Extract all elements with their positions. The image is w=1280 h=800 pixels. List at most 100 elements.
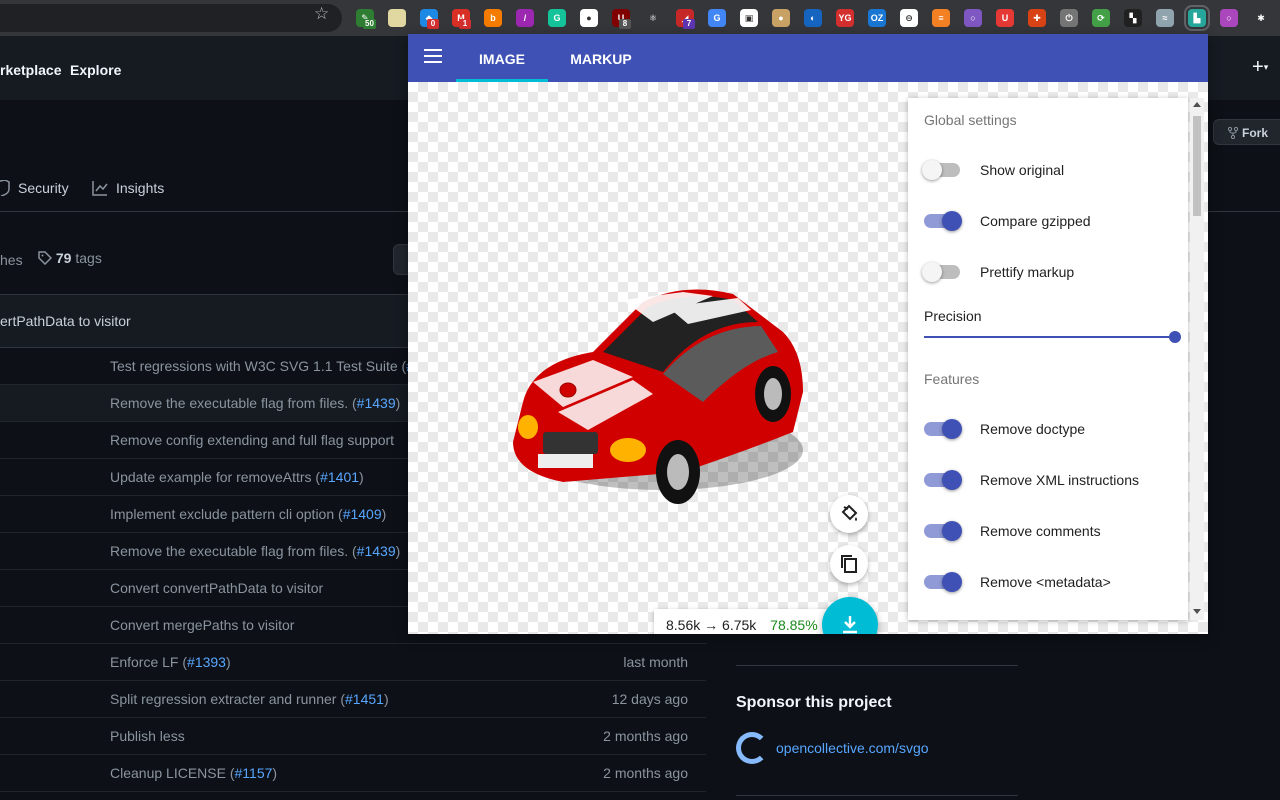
ext-22-extension-icon[interactable]: ✚ <box>1028 9 1046 27</box>
ext-8-extension-icon[interactable]: ● <box>580 9 598 27</box>
copy-icon <box>841 555 857 573</box>
pr-link[interactable]: #1409 <box>343 506 382 522</box>
download-button[interactable] <box>822 597 878 634</box>
pr-link[interactable]: #1157 <box>235 765 273 781</box>
scroll-thumb[interactable] <box>1193 116 1201 216</box>
setting-remove-xml[interactable]: Remove XML instructions <box>924 468 1139 492</box>
bookmark-star-icon[interactable]: ☆ <box>314 5 329 22</box>
commit-text-tail: ) <box>225 654 231 670</box>
ext-oz-extension-icon[interactable]: OZ <box>868 9 886 27</box>
ext-20-extension-icon[interactable]: ○ <box>964 9 982 27</box>
ext-13-extension-icon[interactable]: ▣ <box>740 9 758 27</box>
compare-gzipped-toggle[interactable] <box>924 211 962 231</box>
fork-button[interactable]: Fork <box>1213 119 1280 145</box>
commit-message[interactable]: Remove the executable flag from files. (… <box>110 543 400 559</box>
tab-insights[interactable]: Insights <box>92 180 164 196</box>
tags-link[interactable]: 79 tags <box>38 250 102 266</box>
ext-18-extension-icon[interactable]: ⊖ <box>900 9 918 27</box>
react-devtools-extension-icon[interactable]: ⚛ <box>644 9 662 27</box>
tab-markup[interactable]: MARKUP <box>556 34 646 82</box>
ext-3-extension-icon[interactable]: ◆ 0 <box>420 9 439 29</box>
car-image <box>513 289 803 504</box>
commit-message[interactable]: Split regression extracter and runner (#… <box>110 691 389 707</box>
branches-link[interactable]: hes <box>0 252 23 268</box>
setting-remove-doctype[interactable]: Remove doctype <box>924 417 1085 441</box>
ext-2-extension-icon[interactable] <box>388 9 406 27</box>
settings-scrollbar[interactable] <box>1190 98 1204 620</box>
prettify-markup-toggle[interactable] <box>922 262 960 282</box>
bg-toggle-button[interactable] <box>830 495 868 533</box>
ext-23-extension-icon[interactable]: ⏻ <box>1060 9 1078 27</box>
grammarly-extension-icon[interactable]: G <box>548 9 566 27</box>
copy-button[interactable] <box>830 545 868 583</box>
remove-comments-toggle[interactable] <box>924 521 962 541</box>
ext-1-extension-icon[interactable]: ✎ 50 <box>356 9 376 29</box>
ext-6-extension-icon[interactable]: / <box>516 9 534 27</box>
cookie-extension-icon[interactable]: ● <box>772 9 790 27</box>
commit-message[interactable]: Convert convertPathData to visitor <box>110 580 323 596</box>
precision-slider-thumb[interactable] <box>1169 331 1181 343</box>
table-row[interactable]: Enforce LF (#1393) last month <box>0 644 706 681</box>
setting-remove-comments[interactable]: Remove comments <box>924 519 1101 543</box>
ext-yg-extension-icon[interactable]: YG <box>836 9 854 27</box>
scroll-down-icon[interactable] <box>1193 609 1201 614</box>
commit-text: Enforce LF ( <box>110 654 188 670</box>
pr-link[interactable]: #1393 <box>187 654 226 670</box>
tab-security[interactable]: Security <box>0 180 69 196</box>
tags-label: tags <box>75 250 102 266</box>
ext-23-glyph: ⏻ <box>1065 13 1073 23</box>
google-translate-extension-icon[interactable]: G <box>708 9 726 27</box>
commit-text-tail: ) <box>383 691 389 707</box>
remove-xml-toggle[interactable] <box>924 470 962 490</box>
ext-24-extension-icon[interactable]: ⟳ <box>1092 9 1110 27</box>
setting-remove-metadata[interactable]: Remove <metadata> <box>924 570 1111 594</box>
remove-doctype-toggle[interactable] <box>924 419 962 439</box>
sponsor-title: Sponsor this project <box>736 694 892 711</box>
svgomg-extension-icon[interactable]: ▙ <box>1184 5 1210 31</box>
sponsor-link[interactable]: opencollective.com/svgo <box>736 732 1018 764</box>
commit-message[interactable]: Test regressions with W3C SVG 1.1 Test S… <box>110 358 422 374</box>
nav-explore[interactable]: Explore <box>70 62 121 78</box>
precision-slider-track[interactable] <box>924 336 1175 338</box>
commit-message[interactable]: Enforce LF (#1393) <box>110 654 231 670</box>
table-row[interactable]: Cleanup LICENSE (#1157) 2 months ago <box>0 755 706 792</box>
commit-message[interactable]: Cleanup LICENSE (#1157) <box>110 765 277 781</box>
commit-message[interactable]: Remove the executable flag from files. (… <box>110 395 400 411</box>
pr-link[interactable]: #1401 <box>320 469 359 485</box>
commit-message[interactable]: Convert mergePaths to visitor <box>110 617 294 633</box>
ext-24-glyph: ⟳ <box>1097 13 1105 23</box>
pr-link[interactable]: #1451 <box>345 691 384 707</box>
setting-show-original[interactable]: Show original <box>922 158 1064 182</box>
go-to-file-button[interactable] <box>393 244 409 275</box>
commit-message[interactable]: Update example for removeAttrs (#1401) <box>110 469 364 485</box>
ext-25-extension-icon[interactable]: ▚ <box>1124 9 1142 27</box>
table-row[interactable]: Split regression extracter and runner (#… <box>0 681 706 718</box>
ext-11-extension-icon[interactable]: ◢ 7 <box>676 9 695 29</box>
menu-icon[interactable] <box>424 49 442 63</box>
tab-image[interactable]: IMAGE <box>456 34 548 82</box>
ext-15-extension-icon[interactable]: ◐ <box>804 9 822 27</box>
create-new-button[interactable]: +▾ <box>1252 56 1268 79</box>
show-original-toggle[interactable] <box>922 160 960 180</box>
ublock-extension-icon[interactable]: U8 <box>612 9 631 29</box>
stackoverflow-extension-icon[interactable]: ≡ <box>932 9 950 27</box>
setting-prettify-markup[interactable]: Prettify markup <box>922 260 1074 284</box>
address-bar[interactable] <box>0 4 342 32</box>
scroll-up-icon[interactable] <box>1193 102 1201 107</box>
commit-message[interactable]: Publish less <box>110 728 185 744</box>
gmail-extension-icon[interactable]: M1 <box>452 9 471 29</box>
commit-message[interactable]: Implement exclude pattern cli option (#1… <box>110 506 386 522</box>
table-row[interactable]: Publish less 2 months ago <box>0 718 706 755</box>
commit-message[interactable]: Remove config extending and full flag su… <box>110 432 394 448</box>
setting-compare-gzipped[interactable]: Compare gzipped <box>924 209 1091 233</box>
ext-21-extension-icon[interactable]: U <box>996 9 1014 27</box>
ext-5-extension-icon[interactable]: b <box>484 9 502 27</box>
extensions-puzzle-extension-icon[interactable]: ✱ <box>1252 9 1270 27</box>
ext-26-extension-icon[interactable]: ≈ <box>1156 9 1174 27</box>
nav-marketplace[interactable]: rketplace <box>0 62 61 78</box>
remove-metadata-toggle[interactable] <box>924 572 962 592</box>
latest-commit-message[interactable]: ertPathData to visitor <box>0 313 131 329</box>
pr-link[interactable]: #1439 <box>357 395 396 411</box>
pr-link[interactable]: #1439 <box>357 543 396 559</box>
ext-28-extension-icon[interactable]: ○ <box>1220 9 1238 27</box>
